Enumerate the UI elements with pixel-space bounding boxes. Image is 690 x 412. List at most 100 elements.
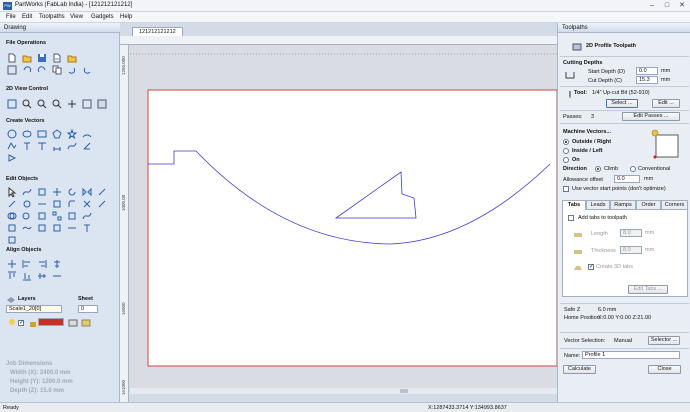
- maximize-button[interactable]: □: [661, 1, 673, 10]
- star-icon[interactable]: [66, 128, 77, 139]
- extend-icon[interactable]: [96, 198, 107, 209]
- rectangle-icon[interactable]: [36, 128, 47, 139]
- view-toggle-icon[interactable]: [96, 98, 107, 109]
- measure-icon[interactable]: [66, 222, 77, 233]
- align-vcenter-icon[interactable]: [36, 270, 47, 281]
- intersect-icon[interactable]: [36, 210, 47, 221]
- on-radio[interactable]: [563, 157, 569, 163]
- flag-icon[interactable]: [6, 152, 17, 163]
- weld-icon[interactable]: [6, 210, 17, 221]
- import-bitmap-icon[interactable]: [66, 52, 77, 63]
- nesting-icon[interactable]: [66, 210, 77, 221]
- angle-icon[interactable]: [81, 140, 92, 151]
- scroll-thumb[interactable]: [400, 389, 408, 393]
- minimize-button[interactable]: –: [646, 1, 658, 10]
- menu-gadgets[interactable]: Gadgets: [91, 14, 114, 20]
- thickness-input[interactable]: 8.0: [620, 246, 642, 254]
- dimension-icon[interactable]: [51, 140, 62, 151]
- menu-help[interactable]: Help: [120, 14, 132, 20]
- zoom-in-icon[interactable]: [21, 98, 32, 109]
- delete-icon[interactable]: [81, 64, 92, 75]
- draw-curve-icon[interactable]: [66, 140, 77, 151]
- bulb-icon[interactable]: [6, 317, 17, 328]
- horizontal-scrollbar[interactable]: [130, 388, 557, 394]
- menu-toolpaths[interactable]: Toolpaths: [39, 14, 65, 20]
- space-evenly-icon[interactable]: [51, 270, 62, 281]
- selector-button[interactable]: Selector ...: [648, 336, 680, 345]
- edit-tabs-button[interactable]: Edit Tabs ...: [628, 285, 668, 294]
- layer-select[interactable]: Scale1_20[0]: [6, 305, 62, 313]
- text-on-curve-icon[interactable]: [36, 140, 47, 151]
- conventional-radio[interactable]: [630, 166, 636, 172]
- save-icon[interactable]: [36, 52, 47, 63]
- document-tab[interactable]: 121212121212: [132, 27, 183, 36]
- close-vector-icon[interactable]: [6, 222, 17, 233]
- tab-order[interactable]: Order: [636, 200, 661, 210]
- align-center-icon[interactable]: [6, 258, 17, 269]
- outside-radio[interactable]: [563, 139, 569, 145]
- select-icon[interactable]: [6, 186, 17, 197]
- inside-radio[interactable]: [563, 148, 569, 154]
- new-file-icon[interactable]: [6, 52, 17, 63]
- edit-tool-button[interactable]: Edit ...: [652, 99, 680, 108]
- group-icon[interactable]: [6, 198, 17, 209]
- align-hcenter-icon[interactable]: [51, 258, 62, 269]
- text-icon[interactable]: [21, 140, 32, 151]
- tab-fillet-icon[interactable]: [51, 222, 62, 233]
- copy-icon[interactable]: [51, 64, 62, 75]
- tab-tabs[interactable]: Tabs: [562, 200, 586, 210]
- add-tabs-checkbox[interactable]: [568, 215, 574, 221]
- smooth-icon[interactable]: [81, 210, 92, 221]
- text-layout-icon[interactable]: [81, 222, 92, 233]
- ellipse-icon[interactable]: [21, 128, 32, 139]
- layer-visible-checkbox[interactable]: [18, 319, 24, 326]
- import-icon[interactable]: [51, 52, 62, 63]
- climb-radio[interactable]: [595, 166, 601, 172]
- sheet-options-icon[interactable]: [80, 317, 91, 328]
- create-3d-tabs-checkbox[interactable]: [588, 263, 594, 270]
- zoom-box-icon[interactable]: [51, 98, 62, 109]
- rotate-icon[interactable]: [66, 186, 77, 197]
- node-edit-icon[interactable]: [21, 186, 32, 197]
- trim-icon[interactable]: [81, 198, 92, 209]
- drawing-canvas[interactable]: [130, 45, 557, 388]
- ungroup-icon[interactable]: [21, 198, 32, 209]
- allowance-input[interactable]: 0.0: [614, 175, 640, 183]
- cut-depth-input[interactable]: 15.3: [636, 76, 658, 84]
- fillet-icon[interactable]: [66, 198, 77, 209]
- edit-passes-button[interactable]: Edit Passes ...: [622, 112, 680, 121]
- align-bottom-icon[interactable]: [21, 270, 32, 281]
- zoom-out-icon[interactable]: [36, 98, 47, 109]
- open-file-icon[interactable]: [21, 52, 32, 63]
- align-left-icon[interactable]: [21, 258, 32, 269]
- layer-options-icon[interactable]: [67, 317, 78, 328]
- tab-corners[interactable]: Corners: [661, 200, 688, 210]
- polygon-icon[interactable]: [51, 128, 62, 139]
- arc-icon[interactable]: [81, 128, 92, 139]
- close-window-button[interactable]: ✕: [676, 1, 688, 10]
- scale-icon[interactable]: [96, 186, 107, 197]
- circle-icon[interactable]: [6, 128, 17, 139]
- sheet-select[interactable]: 0: [78, 305, 98, 313]
- toolpath-name-input[interactable]: Profile 1: [582, 351, 680, 359]
- align-top-icon[interactable]: [6, 270, 17, 281]
- select-tool-button[interactable]: Select ...: [606, 99, 638, 108]
- subtract-icon[interactable]: [21, 210, 32, 221]
- lock-icon[interactable]: [27, 317, 38, 328]
- offset-icon[interactable]: [51, 198, 62, 209]
- layer-color-picker[interactable]: [38, 318, 64, 326]
- length-input[interactable]: 8.0: [620, 229, 642, 237]
- start-depth-input[interactable]: 0.0: [636, 67, 658, 75]
- polyline-icon[interactable]: [6, 140, 17, 151]
- menu-edit[interactable]: Edit: [22, 14, 32, 20]
- close-button[interactable]: Close: [648, 365, 681, 374]
- transform-icon[interactable]: [36, 186, 47, 197]
- job-setup-icon[interactable]: [6, 64, 17, 75]
- menu-view[interactable]: View: [70, 14, 83, 20]
- redo-icon[interactable]: [36, 64, 47, 75]
- dogbone-icon[interactable]: [36, 222, 47, 233]
- align-right-icon[interactable]: [36, 258, 47, 269]
- tab-ramps[interactable]: Ramps: [610, 200, 636, 210]
- vector-start-checkbox[interactable]: [563, 186, 569, 192]
- zoom-extents-icon[interactable]: [6, 98, 17, 109]
